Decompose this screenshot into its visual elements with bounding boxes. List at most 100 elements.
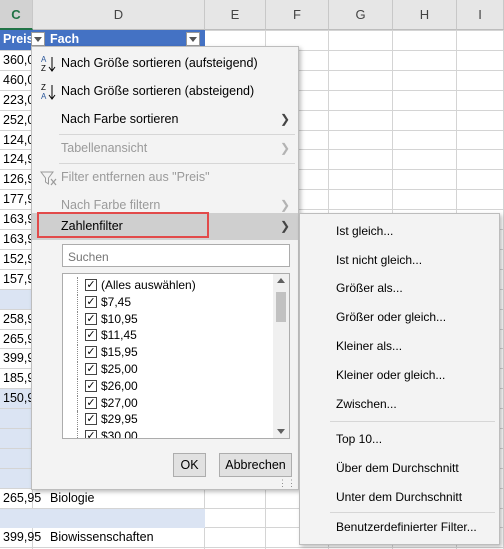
cell-fach[interactable] [47, 509, 205, 528]
checkmark-icon[interactable]: ✓ [85, 279, 97, 291]
number-filter-submenu: Ist gleich... Ist nicht gleich... Größer a… [299, 213, 500, 545]
value-list-item[interactable]: ✓ (Alles auswählen) [63, 277, 273, 293]
value-list-label: $15,95 [101, 345, 138, 360]
sort-ascending-label: Nach Größe sortieren (aufsteigend) [61, 56, 258, 70]
highlight-box [37, 212, 209, 238]
value-list-label: (Alles auswählen) [101, 278, 196, 292]
checkmark-icon[interactable]: ✓ [85, 379, 97, 392]
value-list-label: $11,45 [101, 328, 137, 343]
resize-grip-icon[interactable]: ⋮⋮ [278, 479, 296, 488]
svg-text:A: A [41, 92, 47, 101]
ok-button[interactable]: OK [173, 453, 206, 477]
sheet-view-item: Tabellenansicht ❯ [32, 135, 298, 162]
cell-fach[interactable]: Biologie [47, 489, 205, 508]
chevron-right-icon: ❯ [279, 141, 290, 155]
checkmark-icon[interactable]: ✓ [85, 295, 97, 308]
value-list-item[interactable]: ✓ $30,00 [63, 428, 273, 439]
filter-dropdown-fach-icon[interactable] [186, 32, 200, 46]
grid-hline [0, 547, 504, 548]
cell-preis[interactable]: 265,95 [0, 489, 47, 508]
column-header-c[interactable]: C [0, 0, 33, 30]
submenu-separator [330, 512, 495, 513]
checkmark-icon[interactable]: ✓ [85, 329, 97, 342]
sort-by-color-item[interactable]: Nach Farbe sortieren ❯ [32, 106, 298, 133]
value-list-label: $25,00 [101, 362, 138, 376]
sort-ascending-icon: A Z [40, 54, 58, 74]
value-list-item[interactable]: ✓ $25,00 [63, 361, 273, 377]
value-list-item[interactable]: ✓ $10,95 [63, 310, 273, 327]
tree-line [77, 327, 79, 344]
value-list-item[interactable]: ✓ $7,45 [63, 293, 273, 310]
svg-text:Z: Z [41, 64, 46, 73]
column-header-i[interactable]: I [457, 0, 504, 30]
column-header-d[interactable]: D [33, 0, 205, 30]
tree-line [77, 411, 79, 428]
value-list-label: $30,00 [101, 429, 138, 439]
submenu-item[interactable]: Größer als... [336, 281, 403, 295]
scroll-down-arrow-icon[interactable] [277, 429, 285, 434]
clear-filter-icon [40, 168, 58, 188]
value-list-label: $26,00 [101, 378, 138, 393]
submenu-item[interactable]: Kleiner oder gleich... [336, 368, 445, 382]
cell-preis[interactable]: 399,95 [0, 528, 47, 547]
submenu-item[interactable]: Ist nicht gleich... [336, 253, 422, 267]
chevron-right-icon: ❯ [279, 219, 290, 233]
tree-line [77, 293, 79, 310]
cell-fach[interactable]: Biowissenschaften [47, 528, 205, 547]
sort-descending-item[interactable]: Z A Nach Größe sortieren (absteigend) [32, 78, 298, 105]
value-list-label: $10,95 [101, 311, 138, 326]
scroll-up-arrow-icon[interactable] [277, 278, 285, 283]
cell-preis[interactable] [0, 509, 47, 528]
checkmark-icon[interactable]: ✓ [85, 413, 97, 426]
chevron-right-icon: ❯ [279, 112, 290, 126]
value-list-label: $27,00 [101, 395, 138, 410]
column-header-h[interactable]: H [393, 0, 457, 30]
value-list-item[interactable]: ✓ $29,95 [63, 411, 273, 428]
autofilter-menu: A Z Nach Größe sortieren (aufsteigend) Z… [31, 46, 299, 490]
value-list-item[interactable]: ✓ $26,00 [63, 377, 273, 394]
tree-line [77, 361, 79, 377]
checkmark-icon[interactable]: ✓ [85, 363, 97, 375]
submenu-item[interactable]: Zwischen... [336, 397, 397, 411]
clear-filter-item: Filter entfernen aus "Preis" [32, 164, 298, 191]
sort-descending-label: Nach Größe sortieren (absteigend) [61, 84, 255, 98]
value-list-label: $7,45 [101, 294, 132, 309]
column-header-e[interactable]: E [205, 0, 266, 30]
clear-filter-label: Filter entfernen aus "Preis" [61, 170, 210, 184]
sort-by-color-label: Nach Farbe sortieren [61, 112, 179, 126]
tree-line [77, 428, 79, 438]
search-box[interactable] [62, 244, 296, 268]
submenu-item[interactable]: Über dem Durchschnitt [336, 461, 459, 475]
value-list-item[interactable]: ✓ $27,00 [63, 394, 273, 411]
tree-line [77, 277, 79, 293]
value-list-item[interactable]: ✓ $15,95 [63, 344, 273, 361]
cancel-button[interactable]: Abbrechen [219, 453, 292, 477]
filter-dropdown-preis-icon[interactable] [31, 32, 45, 46]
scrollbar-thumb[interactable] [276, 292, 286, 322]
submenu-item[interactable]: Ist gleich... [336, 224, 393, 238]
submenu-item[interactable]: Größer oder gleich... [336, 310, 446, 324]
checkmark-icon[interactable]: ✓ [85, 430, 97, 438]
checkmark-icon[interactable]: ✓ [85, 346, 97, 359]
sort-descending-icon: Z A [40, 82, 58, 102]
svg-text:A: A [41, 55, 47, 64]
list-scrollbar[interactable] [273, 274, 289, 438]
submenu-item[interactable]: Benutzerdefinierter Filter... [336, 520, 477, 534]
tree-line [77, 310, 79, 327]
column-header-f[interactable]: F [266, 0, 329, 30]
svg-text:Z: Z [41, 83, 46, 92]
checkmark-icon[interactable]: ✓ [85, 396, 97, 409]
submenu-item[interactable]: Kleiner als... [336, 339, 402, 353]
tree-line [77, 344, 79, 361]
checkmark-icon[interactable]: ✓ [85, 312, 97, 325]
submenu-item[interactable]: Unter dem Durchschnitt [336, 490, 462, 504]
sheet-view-label: Tabellenansicht [61, 141, 148, 155]
column-header-bar: C D E F G H I [0, 0, 504, 30]
column-header-g[interactable]: G [329, 0, 393, 30]
submenu-separator [330, 421, 495, 422]
value-list-item[interactable]: ✓ $11,45 [63, 327, 273, 344]
submenu-item[interactable]: Top 10... [336, 432, 382, 446]
search-input[interactable] [63, 245, 296, 268]
value-checkbox-list[interactable]: ✓ (Alles auswählen) ✓ $7,45 ✓ $10,95 ✓ $11,45 ✓ $… [62, 273, 290, 439]
sort-ascending-item[interactable]: A Z Nach Größe sortieren (aufsteigend) [32, 50, 298, 77]
